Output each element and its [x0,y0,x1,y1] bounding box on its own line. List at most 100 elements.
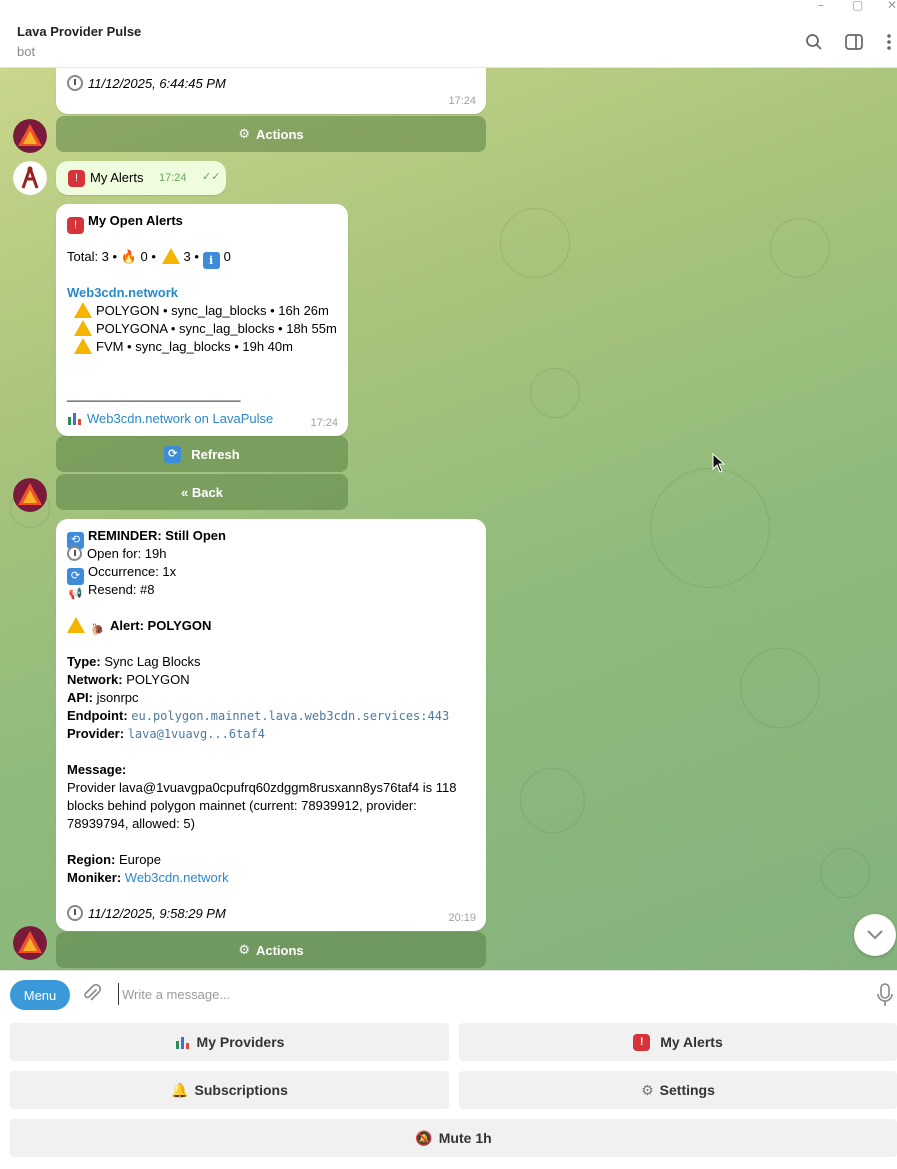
gear-icon: ⚙ [238,126,250,141]
chat-title[interactable]: Lava Provider Pulse [17,24,141,39]
message-body-line: Provider lava@1vuavgpa0cpufrq60zdggm8rus… [67,780,457,795]
alert-list-item: POLYGON • sync_lag_blocks • 16h 26m [74,302,329,320]
alarm-icon: ! [633,1033,651,1051]
warning-icon [67,617,85,633]
message-time: 17:24 [159,172,187,184]
warning-icon [74,320,92,336]
gear-icon: ⚙ [641,1081,654,1098]
mute-button[interactable]: 🔕 Mute 1h [10,1119,897,1157]
back-button[interactable]: « Back [56,474,348,510]
clock-icon [67,75,83,91]
open-alerts-message: ! My Open Alerts Total: 3 • 🔥 0 • 3 • i0 … [56,204,348,436]
more-options-icon[interactable] [879,32,897,52]
message-time: 17:24 [310,417,338,429]
provider-code[interactable]: lava@1vuavg...6taf4 [128,727,265,741]
background-doodle [770,218,830,278]
message-timestamp-line: 11/12/2025, 6:44:45 PM [67,75,226,93]
bot-avatar[interactable] [13,478,47,512]
warning-icon [74,338,92,354]
endpoint-code[interactable]: eu.polygon.mainnet.lava.web3cdn.services… [131,709,449,723]
endpoint-line: Endpoint: eu.polygon.mainnet.lava.web3cd… [67,708,450,723]
background-doodle [650,468,770,588]
reminder-message: ⟲ REMINDER: Still Open Open for: 19h ⟳ Occ… [56,519,486,931]
close-icon[interactable]: ✕ [887,0,897,12]
info-icon: i [202,252,220,269]
chevron-down-icon [867,930,883,940]
subscriptions-button[interactable]: 🔔 Subscriptions [10,1071,449,1109]
snail-icon: 🐌 [90,624,105,636]
background-doodle [740,648,820,728]
my-providers-button[interactable]: My Providers [10,1023,449,1061]
megaphone-icon: 📢 [68,588,83,600]
message-body-line: 78939794, allowed: 5) [67,816,195,831]
background-doodle [530,368,580,418]
alert-title-line: 🐌 Alert: POLYGON [67,617,211,639]
message-body-line: blocks behind polygon mainnet (current: … [67,798,417,813]
sidebar-toggle-icon[interactable] [844,32,864,52]
minimize-icon[interactable]: – [818,0,824,12]
menu-button[interactable]: Menu [10,980,70,1010]
chat-subtitle: bot [17,44,36,59]
background-doodle [820,848,870,898]
message-time: 20:19 [448,912,476,924]
settings-button[interactable]: ⚙ Settings [459,1071,897,1109]
my-alerts-button[interactable]: ! My Alerts [459,1023,897,1061]
resend-line: 📢 Resend: #8 [67,581,155,603]
message-timestamp-line: 11/12/2025, 9:58:29 PM [67,905,226,923]
timestamp-text: 11/12/2025, 6:44:45 PM [88,76,226,91]
chat-area[interactable]: 11/12/2025, 6:44:45 PM 17:24 ⚙ Actions ! … [0,68,897,970]
provider-line: Provider: lava@1vuavg...6taf4 [67,726,265,741]
refresh-icon: ⟳ [164,445,182,463]
region-line: Region: Europe [67,852,161,867]
actions-button[interactable]: ⚙ Actions [56,932,486,968]
message-label: Message: [67,762,127,777]
lavapulse-link[interactable]: Web3cdn.network on LavaPulse [87,411,273,426]
attach-icon[interactable] [82,984,102,1004]
user-message: ! My Alerts 17:24 ✓✓ [56,161,226,195]
chat-header: Lava Provider Pulse bot [0,14,897,68]
stopwatch-icon [67,546,82,561]
bot-avatar[interactable] [13,926,47,960]
lavapulse-link-line: Web3cdn.network on LavaPulse [67,410,273,428]
message-time: 17:24 [448,95,476,107]
bot-avatar[interactable] [13,119,47,153]
actions-button[interactable]: ⚙ Actions [56,116,486,152]
network-link[interactable]: Web3cdn.network [67,284,178,302]
search-icon[interactable] [804,32,824,52]
background-doodle [500,208,570,278]
type-line: Type: Sync Lag Blocks [67,654,201,669]
user-message-text: My Alerts [90,170,144,185]
user-avatar[interactable] [13,161,47,195]
open-for-line: Open for: 19h [67,545,167,563]
alerts-title-line: ! My Open Alerts [67,212,183,234]
moniker-line: Moniker: Web3cdn.network [67,870,229,885]
bot-keyboard: My Providers ! My Alerts 🔔 Subscriptions ⚙… [0,1016,897,1169]
fire-icon: 🔥 [120,249,137,264]
microphone-icon[interactable] [876,983,894,1007]
clock-icon [67,905,83,921]
background-doodle [520,768,585,833]
divider: ________________________ [67,387,241,402]
mouse-cursor-icon [712,453,726,473]
window-titlebar: – ▢ ✕ [0,0,897,14]
alert-list-item: POLYGONA • sync_lag_blocks • 18h 55m [74,320,337,338]
alert-list-item: FVM • sync_lag_blocks • 19h 40m [74,338,293,356]
bell-icon: 🔔 [171,1081,189,1098]
message-composer: Menu [0,970,897,1016]
moniker-link[interactable]: Web3cdn.network [125,870,229,885]
refresh-button[interactable]: ⟳ Refresh [56,436,348,472]
bot-message: 11/12/2025, 6:44:45 PM 17:24 [56,68,486,114]
muted-bell-icon: 🔕 [415,1129,433,1146]
bar-chart-icon [68,413,81,425]
bar-chart-icon [175,1037,189,1049]
maximize-icon[interactable]: ▢ [852,0,863,12]
message-input[interactable] [118,983,818,1005]
alarm-icon: ! [68,170,85,187]
scroll-down-button[interactable] [854,914,896,956]
alerts-totals-line: Total: 3 • 🔥 0 • 3 • i0 [67,248,231,269]
api-line: API: jsonrpc [67,690,139,705]
warning-icon [74,302,92,318]
gear-icon: ⚙ [238,942,250,957]
warning-icon [161,248,180,264]
network-line: Network: POLYGON [67,672,190,687]
